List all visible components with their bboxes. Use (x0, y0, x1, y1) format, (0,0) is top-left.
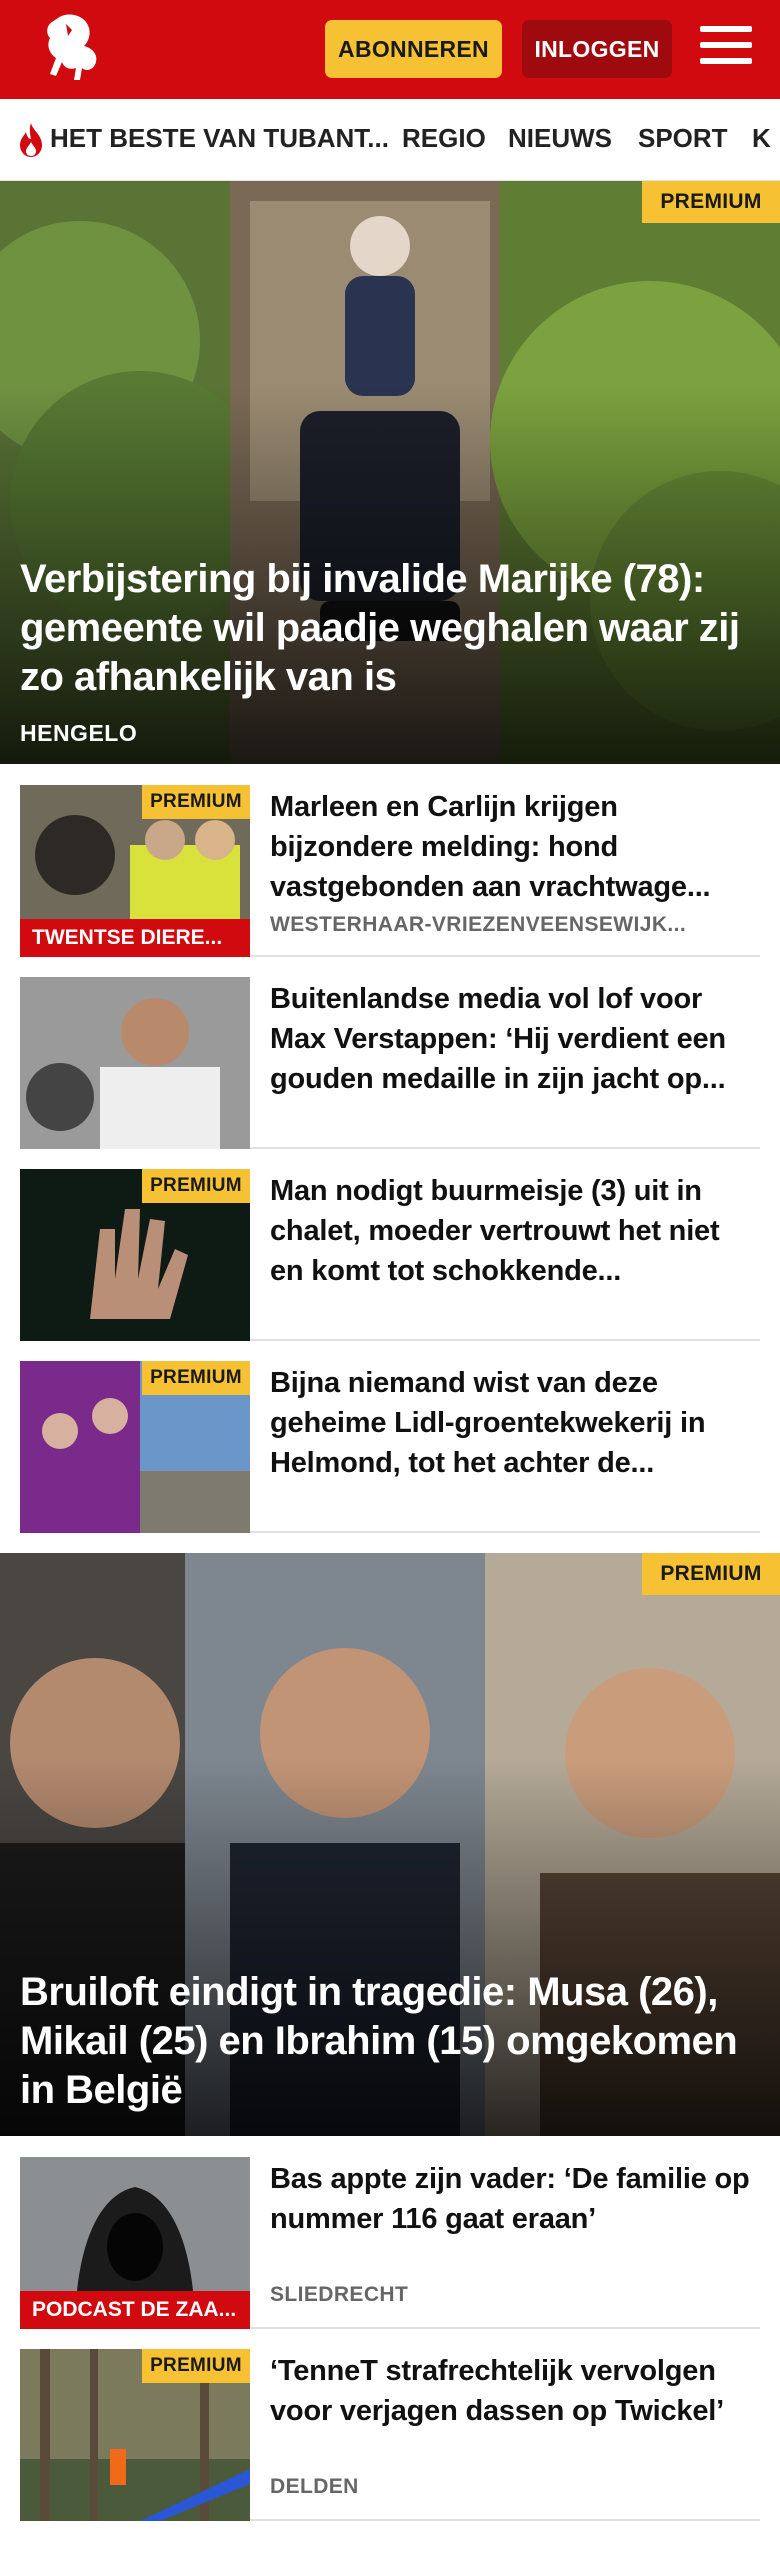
list-item[interactable]: PREMIUM TWENTSE DIERE... Marleen en Carl… (20, 785, 760, 957)
hero-title[interactable]: Verbijstering bij invalide Marijke (78):… (20, 555, 760, 702)
premium-badge: PREMIUM (642, 181, 780, 223)
article-location: SLIEDRECHT (270, 2283, 409, 2306)
nav-item-regio[interactable]: REGIO (402, 123, 486, 154)
nav-item-nieuws[interactable]: NIEUWS (508, 123, 612, 154)
article-location: WESTERHAAR-VRIEZENVEENSEWIJK... (270, 913, 687, 936)
article-title[interactable]: ‘TenneT strafrechtelijk vervolgen voor v… (270, 2351, 760, 2473)
category-tag: TWENTSE DIERE... (20, 919, 250, 957)
list-item[interactable]: PODCAST DE ZAA... Bas appte zijn vader: … (20, 2157, 760, 2329)
list-item[interactable]: PREMIUM Bijna niemand wist van deze gehe… (20, 1361, 760, 1533)
hero-location: HENGELO (20, 720, 138, 746)
article-thumbnail (20, 977, 250, 1149)
article-title[interactable]: Bijna niemand wist van deze geheime Lidl… (270, 1363, 760, 1485)
premium-badge: PREMIUM (142, 1361, 250, 1395)
hero-article-1[interactable]: PREMIUM Verbijstering bij invalide Marij… (0, 181, 780, 764)
list-item[interactable]: Buitenlandse media vol lof voor Max Vers… (20, 977, 760, 1149)
article-title[interactable]: Marleen en Carlijn krijgen bijzondere me… (270, 787, 760, 909)
list-item[interactable]: PREMIUM Man nodigt buurmeisje (3) uit in… (20, 1169, 760, 1341)
tubantia-horse-logo[interactable] (36, 10, 106, 90)
premium-badge: PREMIUM (142, 1169, 250, 1203)
article-thumbnail: PREMIUM (20, 2349, 250, 2521)
category-tag: PODCAST DE ZAA... (20, 2291, 250, 2329)
article-title[interactable]: Bas appte zijn vader: ‘De familie op num… (270, 2159, 760, 2241)
nav-item-best-of[interactable]: HET BESTE VAN TUBANT... (50, 123, 389, 154)
article-title[interactable]: Buitenlandse media vol lof voor Max Vers… (270, 979, 760, 1101)
article-thumbnail: PODCAST DE ZAA... (20, 2157, 250, 2329)
premium-badge: PREMIUM (142, 785, 250, 819)
subscribe-button[interactable]: ABONNEREN (325, 20, 502, 78)
login-button[interactable]: INLOGGEN (522, 20, 672, 78)
article-thumbnail: PREMIUM (20, 1169, 250, 1341)
premium-badge: PREMIUM (142, 2349, 250, 2383)
article-title[interactable]: Man nodigt buurmeisje (3) uit in chalet,… (270, 1171, 760, 1293)
menu-icon[interactable] (700, 26, 752, 72)
article-thumbnail: PREMIUM TWENTSE DIERE... (20, 785, 250, 957)
site-header: ABONNEREN INLOGGEN (0, 0, 780, 99)
flame-icon (20, 123, 42, 157)
nav-item-more[interactable]: K (752, 123, 771, 154)
premium-badge: PREMIUM (642, 1553, 780, 1595)
hero-title[interactable]: Bruiloft eindigt in tragedie: Musa (26),… (20, 1968, 760, 2115)
list-item[interactable]: PREMIUM ‘TenneT strafrechtelijk vervolge… (20, 2349, 760, 2521)
section-nav: HET BESTE VAN TUBANT... REGIO NIEUWS SPO… (0, 99, 780, 181)
article-thumbnail: PREMIUM (20, 1361, 250, 1533)
nav-item-sport[interactable]: SPORT (638, 123, 728, 154)
article-location: DELDEN (270, 2475, 359, 2498)
hero-article-2[interactable]: PREMIUM Bruiloft eindigt in tragedie: Mu… (0, 1553, 780, 2136)
